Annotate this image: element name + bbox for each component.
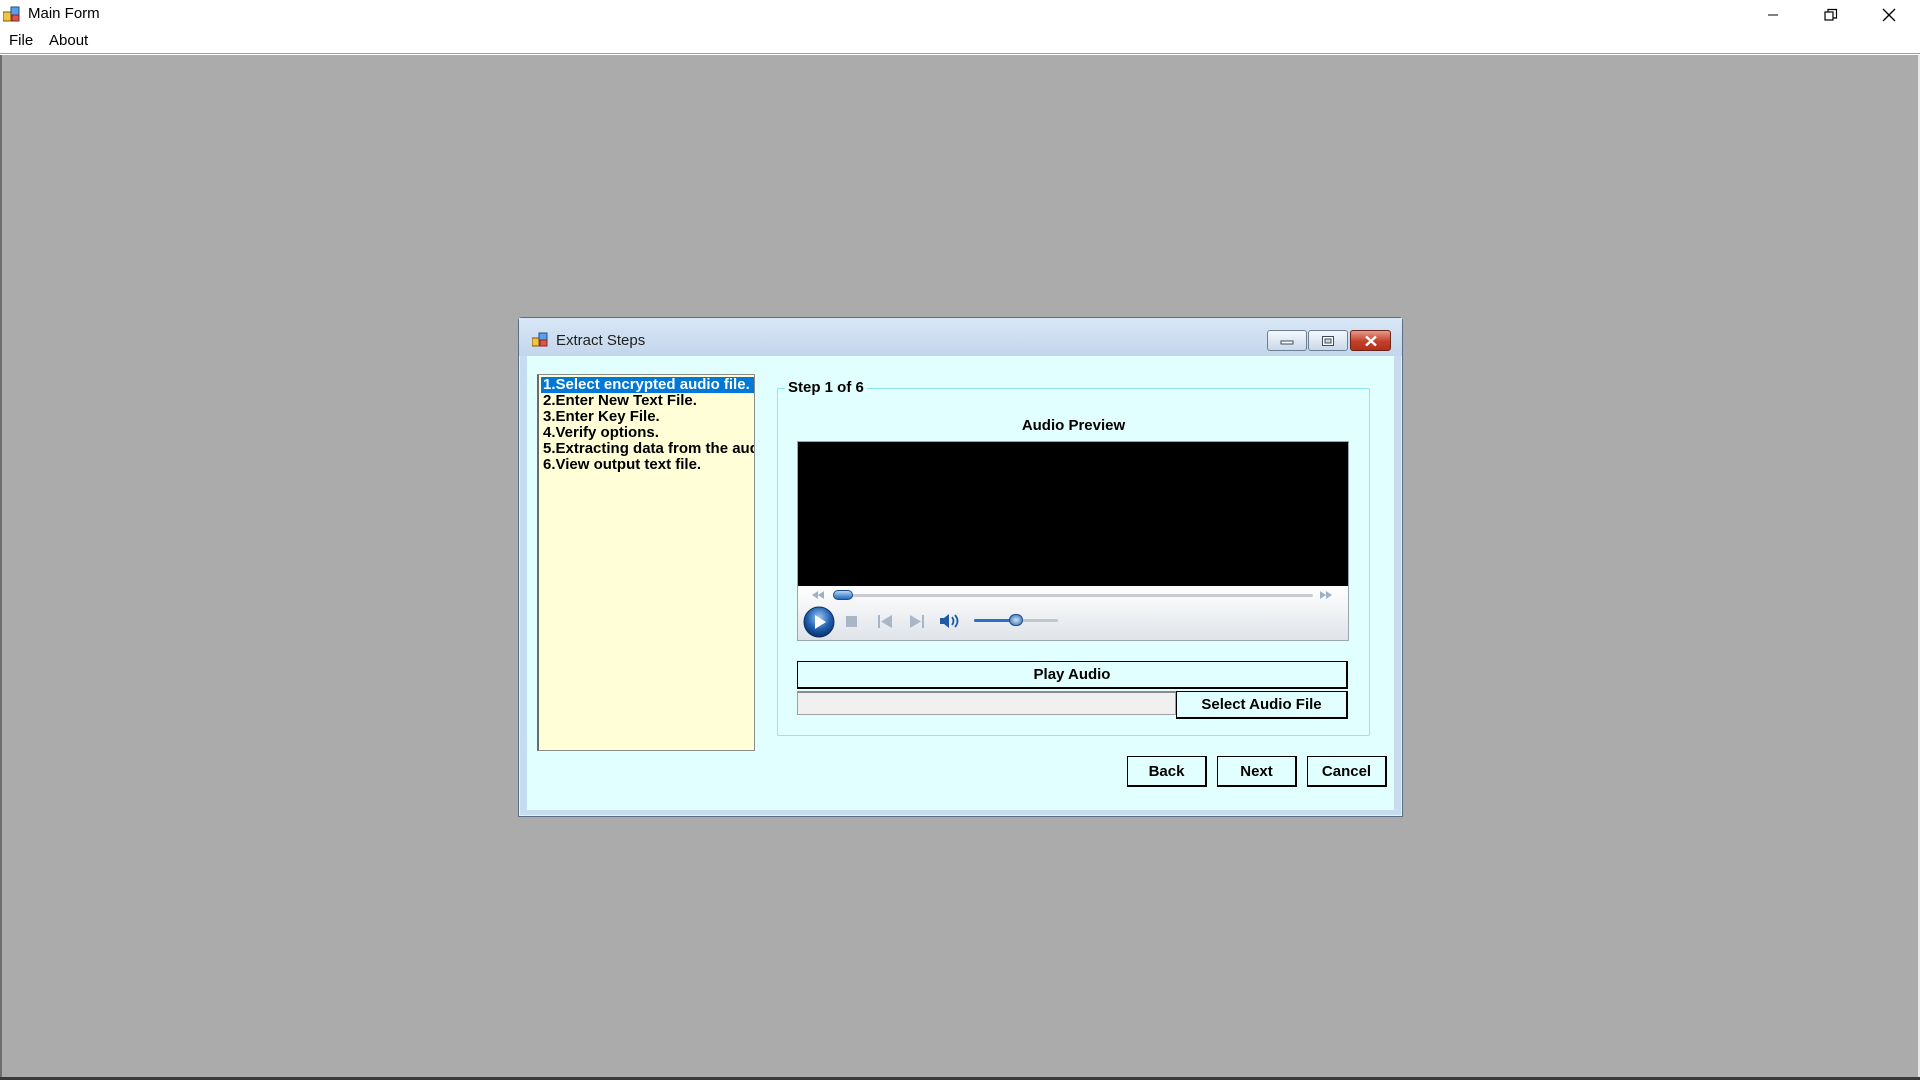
step-counter-label: Step 1 of 6	[785, 379, 867, 396]
seek-bar[interactable]	[833, 594, 1313, 597]
stop-icon[interactable]	[846, 616, 857, 627]
restore-button[interactable]	[1802, 0, 1860, 29]
dialog-maximize-button[interactable]	[1308, 330, 1348, 351]
dialog-close-button[interactable]	[1350, 330, 1391, 351]
fast-forward-icon[interactable]	[1320, 591, 1332, 599]
play-audio-button[interactable]: Play Audio	[797, 661, 1348, 689]
main-window-titlebar[interactable]: Main Form	[0, 0, 1920, 29]
previous-track-icon[interactable]	[878, 615, 892, 628]
minimize-icon	[1768, 14, 1778, 15]
rewind-icon[interactable]	[812, 591, 824, 599]
extract-steps-dialog: Extract Steps 1.Select encrypted audio f…	[518, 317, 1403, 817]
minimize-icon	[1280, 340, 1294, 344]
dialog-title: Extract Steps	[556, 332, 646, 349]
dialog-app-icon	[532, 332, 548, 347]
cancel-button[interactable]: Cancel	[1307, 756, 1387, 787]
play-icon[interactable]	[803, 606, 835, 638]
seek-thumb[interactable]	[833, 590, 853, 600]
dialog-titlebar[interactable]: Extract Steps	[519, 318, 1402, 356]
player-controls	[798, 586, 1348, 640]
restore-icon	[1824, 8, 1838, 21]
step-item-1[interactable]: 1.Select encrypted audio file.	[541, 377, 754, 393]
step-item-3[interactable]: 3.Enter Key File.	[541, 409, 660, 425]
step-groupbox: Step 1 of 6 Audio Preview Play Audio Sel…	[777, 379, 1370, 736]
media-player[interactable]	[797, 441, 1349, 641]
step-item-2[interactable]: 2.Enter New Text File.	[541, 393, 697, 409]
step-item-5[interactable]: 5.Extracting data from the aud	[541, 441, 754, 457]
audio-file-path-input[interactable]	[797, 691, 1176, 715]
menu-file[interactable]: File	[6, 32, 36, 49]
close-icon	[1364, 335, 1377, 346]
back-button[interactable]: Back	[1127, 756, 1207, 787]
video-display	[798, 442, 1348, 586]
step-item-6[interactable]: 6.View output text file.	[541, 457, 701, 473]
maximize-icon	[1322, 335, 1334, 346]
close-button[interactable]	[1860, 0, 1918, 29]
dialog-minimize-button[interactable]	[1267, 330, 1307, 351]
menu-about[interactable]: About	[46, 32, 91, 49]
select-audio-file-button[interactable]: Select Audio File	[1176, 691, 1348, 719]
close-icon	[1882, 8, 1896, 21]
menu-bar: File About	[0, 29, 1920, 54]
next-track-icon[interactable]	[910, 615, 924, 628]
window-title: Main Form	[28, 5, 100, 22]
dialog-client-area: 1.Select encrypted audio file. 2.Enter N…	[527, 356, 1394, 810]
next-button[interactable]: Next	[1217, 756, 1297, 787]
minimize-button[interactable]	[1744, 0, 1802, 29]
volume-icon[interactable]	[940, 613, 962, 629]
app-icon	[3, 6, 20, 22]
step-item-4[interactable]: 4.Verify options.	[541, 425, 659, 441]
steps-listbox[interactable]: 1.Select encrypted audio file. 2.Enter N…	[537, 374, 755, 751]
volume-thumb[interactable]	[1009, 614, 1023, 626]
audio-preview-label: Audio Preview	[1021, 417, 1126, 434]
